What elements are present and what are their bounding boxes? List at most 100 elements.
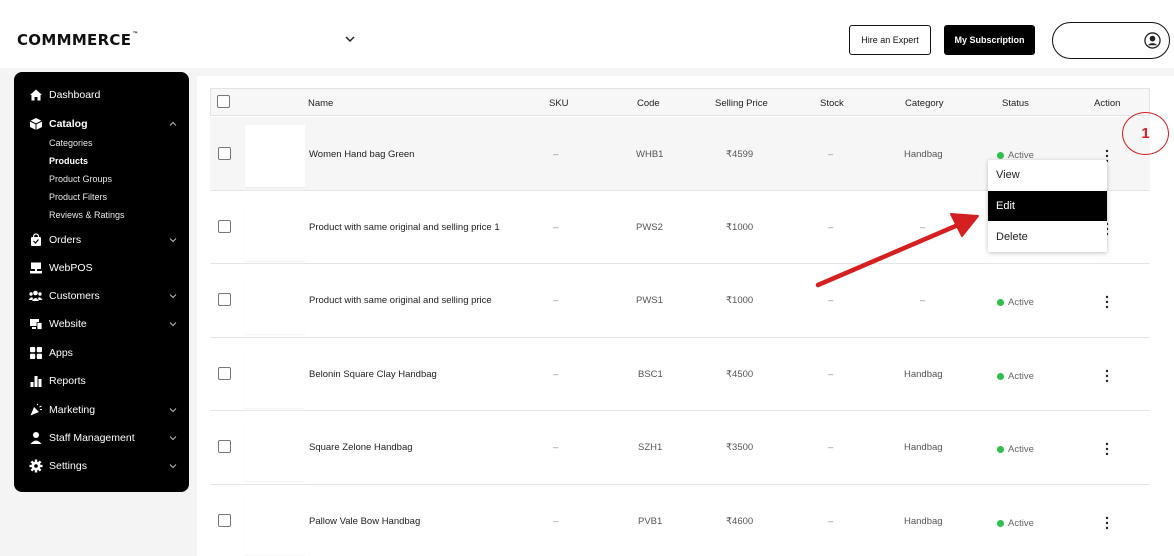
sidebar-item-label: Dashboard	[49, 89, 101, 101]
menu-item-view[interactable]: View	[988, 160, 1107, 190]
product-thumbnail[interactable]	[245, 419, 305, 481]
product-name[interactable]: Belonin Square Clay Handbag	[309, 369, 437, 380]
product-thumbnail[interactable]	[245, 272, 305, 334]
hire-expert-button[interactable]: Hire an Expert	[849, 25, 931, 55]
column-header-sku[interactable]: SKU	[549, 98, 569, 109]
product-sku: –	[553, 295, 559, 306]
product-stock: –	[828, 442, 834, 453]
more-actions-icon[interactable]	[1104, 369, 1110, 383]
more-actions-icon[interactable]	[1104, 442, 1110, 456]
product-thumbnail[interactable]	[245, 125, 305, 187]
chevron-down-icon	[169, 238, 177, 243]
sidebar-item-catalog[interactable]: Catalog	[28, 115, 178, 133]
sidebar-item-customers[interactable]: Customers	[28, 287, 178, 305]
menu-item-edit[interactable]: Edit	[988, 191, 1107, 221]
product-name[interactable]: Pallow Vale Bow Handbag	[309, 516, 420, 527]
more-actions-icon[interactable]	[1104, 295, 1110, 309]
sidebar-subitem-categories[interactable]: Categories	[49, 138, 93, 148]
profile-menu[interactable]	[1052, 22, 1170, 59]
brand-logo[interactable]: COMMMERCE™	[17, 31, 139, 49]
sidebar-subitem-reviews-ratings[interactable]: Reviews & Ratings	[49, 210, 125, 220]
sidebar-item-orders[interactable]: Orders	[28, 231, 178, 249]
sidebar-item-apps[interactable]: Apps	[28, 344, 178, 362]
row-checkbox[interactable]	[218, 367, 231, 380]
column-header-name[interactable]: Name	[308, 98, 333, 109]
product-name[interactable]: Product with same original and selling p…	[309, 295, 492, 306]
sidebar-item-label: WebPOS	[49, 262, 93, 274]
sidebar-item-label: Marketing	[49, 404, 96, 416]
product-price: ₹1000	[726, 295, 754, 306]
column-header-code[interactable]: Code	[637, 98, 660, 109]
status-dot-icon	[997, 446, 1004, 453]
column-header-category[interactable]: Category	[905, 98, 944, 109]
product-name[interactable]: Square Zelone Handbag	[309, 442, 413, 453]
product-name[interactable]: Women Hand bag Green	[309, 149, 414, 160]
table-row[interactable]: Belonin Square Clay Handbag – BSC1 ₹4500…	[210, 338, 1150, 411]
sidebar-item-settings[interactable]: Settings	[28, 457, 178, 475]
product-category: –	[920, 295, 926, 306]
row-checkbox[interactable]	[218, 514, 231, 527]
sidebar-item-webpos[interactable]: WebPOS	[28, 259, 178, 277]
chevron-down-icon	[169, 294, 177, 299]
chevron-down-icon	[169, 322, 177, 327]
product-price: ₹4500	[726, 369, 754, 380]
column-header-status[interactable]: Status	[1002, 98, 1029, 109]
sidebar-item-reports[interactable]: Reports	[28, 372, 178, 390]
sidebar-item-dashboard[interactable]: Dashboard	[28, 86, 178, 104]
status-dot-icon	[997, 373, 1004, 380]
sidebar-item-staff-management[interactable]: Staff Management	[28, 429, 178, 447]
product-category: Handbag	[904, 516, 943, 527]
sidebar-item-marketing[interactable]: Marketing	[28, 401, 178, 419]
more-actions-icon[interactable]	[1104, 516, 1110, 530]
table-row[interactable]: Square Zelone Handbag – SZH1 ₹3500 – Han…	[210, 411, 1150, 485]
product-sku: –	[553, 369, 559, 380]
row-checkbox[interactable]	[218, 220, 231, 233]
sidebar-item-label: Orders	[49, 234, 82, 246]
table-row[interactable]: Product with same original and selling p…	[210, 264, 1150, 338]
product-category: Handbag	[904, 442, 943, 453]
product-price: ₹1000	[726, 222, 754, 233]
column-header-stock[interactable]: Stock	[820, 98, 844, 109]
sidebar-subitem-products[interactable]: Products	[49, 156, 88, 166]
top-bar: COMMMERCE™ Hire an Expert My Subscriptio…	[0, 0, 1174, 68]
apps-icon	[28, 346, 43, 361]
sidebar-subitem-product-groups[interactable]: Product Groups	[49, 174, 112, 184]
box-icon	[28, 117, 43, 132]
product-name[interactable]: Product with same original and selling p…	[309, 222, 500, 233]
column-header-selling-price[interactable]: Selling Price	[715, 98, 768, 109]
row-checkbox[interactable]	[218, 293, 231, 306]
chevron-down-icon	[169, 464, 177, 469]
product-thumbnail[interactable]	[245, 493, 305, 555]
product-price: ₹4599	[726, 149, 754, 160]
select-all-checkbox[interactable]	[217, 95, 230, 108]
table-row[interactable]: Pallow Vale Bow Handbag – PVB1 ₹4600 – H…	[210, 485, 1150, 556]
bag-icon	[28, 233, 43, 248]
product-code: PVB1	[638, 516, 663, 527]
product-stock: –	[828, 222, 834, 233]
store-selector-chevron-icon[interactable]	[343, 32, 357, 46]
sidebar-subitem-product-filters[interactable]: Product Filters	[49, 192, 107, 202]
status-badge: Active	[997, 444, 1034, 455]
sidebar-item-label: Website	[49, 318, 87, 330]
row-checkbox[interactable]	[218, 440, 231, 453]
step-number-callout: 1	[1122, 112, 1169, 155]
row-checkbox[interactable]	[218, 147, 231, 160]
sidebar-item-website[interactable]: Website	[28, 315, 178, 333]
product-code: SZH1	[638, 442, 663, 453]
product-thumbnail[interactable]	[245, 199, 305, 261]
product-sku: –	[553, 222, 559, 233]
chevron-up-icon	[169, 121, 177, 126]
row-actions-menu: View Edit Delete	[988, 160, 1107, 252]
status-dot-icon	[997, 520, 1004, 527]
product-code: BSC1	[638, 369, 663, 380]
sidebar-item-label: Customers	[49, 290, 100, 302]
chart-icon	[28, 374, 43, 389]
product-thumbnail[interactable]	[245, 346, 305, 408]
website-icon	[28, 317, 43, 332]
my-subscription-button[interactable]: My Subscription	[944, 25, 1035, 55]
menu-item-delete[interactable]: Delete	[988, 222, 1107, 252]
status-badge: Active	[997, 518, 1034, 529]
status-badge: Active	[997, 371, 1034, 382]
sidebar-item-label: Reports	[49, 375, 86, 387]
status-dot-icon	[997, 152, 1004, 159]
